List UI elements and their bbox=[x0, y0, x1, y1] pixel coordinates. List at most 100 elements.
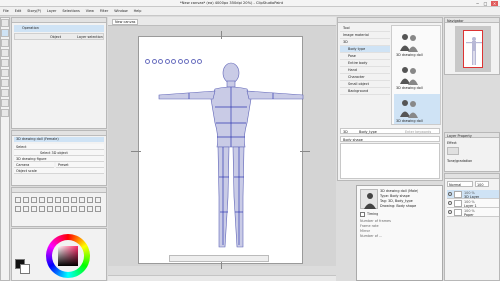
property-object-scale[interactable]: Object scale bbox=[14, 168, 104, 174]
thumbnail-label: 3D drawing doll bbox=[396, 119, 423, 123]
title-bar: *New canvas* (ea) 4000px 350dpi 20%) - C… bbox=[0, 0, 500, 7]
menu-filter[interactable]: Filter bbox=[97, 7, 111, 16]
tree-item[interactable]: Hand bbox=[340, 67, 390, 74]
menu-help[interactable]: Help bbox=[131, 7, 145, 16]
tree-item[interactable]: Entire body bbox=[340, 60, 390, 67]
window-title: *New canvas* (ea) 4000px 350dpi 20%) - C… bbox=[180, 1, 284, 5]
brush-size-chip[interactable] bbox=[95, 197, 101, 203]
maximize-icon[interactable]: □ bbox=[482, 1, 489, 6]
brush-size-chip[interactable] bbox=[95, 206, 101, 212]
brush-size-chip[interactable] bbox=[63, 197, 69, 203]
brush-size-chip[interactable] bbox=[39, 206, 45, 212]
layer-property-label: Layer Property bbox=[447, 133, 472, 138]
saturation-square[interactable] bbox=[58, 246, 78, 266]
selection-tool-icon[interactable] bbox=[1, 39, 9, 47]
brush-size-chip[interactable] bbox=[87, 206, 93, 212]
brush-size-chip[interactable] bbox=[47, 197, 53, 203]
menu-file[interactable]: File bbox=[0, 7, 12, 16]
brush-size-chip[interactable] bbox=[55, 197, 61, 203]
brush-size-chip[interactable] bbox=[79, 206, 85, 212]
operation-tool-icon[interactable] bbox=[1, 29, 9, 37]
3d-figure[interactable] bbox=[139, 37, 304, 265]
brush-size-chip[interactable] bbox=[23, 206, 29, 212]
tree-item[interactable]: Body type bbox=[340, 46, 390, 53]
text-tool-icon[interactable] bbox=[1, 89, 9, 97]
brush-size-chip[interactable] bbox=[87, 197, 93, 203]
menu-storyp[interactable]: Story(P) bbox=[24, 7, 44, 16]
tree-item[interactable]: 3D bbox=[340, 39, 390, 46]
brush-size-chip[interactable] bbox=[39, 197, 45, 203]
eyedropper-tool-icon[interactable] bbox=[1, 109, 9, 117]
minimize-icon[interactable]: − bbox=[474, 1, 481, 6]
timing-checkbox[interactable] bbox=[360, 212, 365, 217]
brush-size-chip[interactable] bbox=[47, 206, 53, 212]
figure-tool-icon[interactable] bbox=[1, 99, 9, 107]
tree-item[interactable]: Character bbox=[340, 74, 390, 81]
material-thumbnail[interactable]: 3D drawing doll bbox=[394, 94, 440, 124]
menu-edit[interactable]: Edit bbox=[12, 7, 25, 16]
navigator-preview[interactable] bbox=[455, 26, 491, 72]
layer-selection-label: Layer selection bbox=[77, 35, 103, 39]
layer-header bbox=[445, 174, 499, 179]
material-thumbnail[interactable]: 3D drawing doll bbox=[394, 61, 440, 91]
fill-tool-icon[interactable] bbox=[1, 79, 9, 87]
brush-size-chip[interactable] bbox=[79, 197, 85, 203]
navigator-header: Navigator bbox=[445, 18, 499, 23]
material-tree: Tool Image material 3D Body type Pose Entire … bbox=[340, 25, 390, 125]
eye-icon[interactable] bbox=[448, 201, 452, 205]
brush-size-panel bbox=[11, 187, 107, 227]
eraser-tool-icon[interactable] bbox=[1, 69, 9, 77]
menu-selections[interactable]: Selections bbox=[59, 7, 82, 16]
menu-window[interactable]: Window bbox=[111, 7, 130, 16]
figure-thumb-icon bbox=[400, 34, 418, 52]
material-thumbnail[interactable]: 3D drawing doll bbox=[394, 28, 440, 58]
canvas-tab[interactable]: New canvas bbox=[112, 19, 139, 25]
brush-size-chip[interactable] bbox=[31, 197, 37, 203]
layer-name: 3D Layer bbox=[464, 194, 480, 199]
move-tool-icon[interactable] bbox=[1, 19, 9, 27]
layer-row[interactable]: 100 % 3D Layer bbox=[447, 190, 499, 199]
blend-mode-select[interactable]: Normal bbox=[447, 181, 473, 187]
tool-property-panel: 3D drawing doll (Female) Select Select 3… bbox=[11, 130, 107, 186]
brush-size-chip[interactable] bbox=[15, 197, 21, 203]
pen-tool-icon[interactable] bbox=[1, 49, 9, 57]
material-header bbox=[338, 18, 442, 23]
eye-icon[interactable] bbox=[448, 210, 452, 214]
sub-tool-operation[interactable]: Operation bbox=[14, 25, 104, 32]
layer-thumbnail bbox=[454, 200, 462, 207]
material-search-input[interactable]: Enter keywords bbox=[405, 130, 431, 134]
brush-size-chip[interactable] bbox=[23, 197, 29, 203]
canvas-paper[interactable] bbox=[131, 31, 310, 269]
menu-layer[interactable]: Layer bbox=[44, 7, 59, 16]
tag-body-type[interactable]: Body_type bbox=[359, 130, 377, 134]
brush-size-chip[interactable] bbox=[63, 206, 69, 212]
brush-size-chip[interactable] bbox=[15, 206, 21, 212]
brush-size-chip[interactable] bbox=[71, 197, 77, 203]
layer-row[interactable]: 100 % Paper bbox=[447, 208, 499, 217]
color-wheel-panel bbox=[11, 228, 107, 281]
opacity-input[interactable]: 100 bbox=[475, 181, 489, 187]
brush-size-chip[interactable] bbox=[55, 206, 61, 212]
navigator-viewport[interactable] bbox=[463, 30, 483, 68]
object-row[interactable]: Object Layer selection bbox=[14, 33, 104, 40]
tree-item[interactable]: Tool bbox=[340, 25, 390, 32]
subtool-name: 3D drawing doll (Female) bbox=[14, 137, 104, 142]
layer-row[interactable]: 100 % Layer 1 bbox=[447, 199, 499, 208]
brush-size-chip[interactable] bbox=[71, 206, 77, 212]
tree-item[interactable]: Pose bbox=[340, 53, 390, 60]
tree-item[interactable]: Background bbox=[340, 88, 390, 95]
close-icon[interactable]: × bbox=[491, 1, 498, 6]
figure-bottom-toolbar[interactable] bbox=[169, 255, 269, 262]
tag-3d[interactable]: 3D bbox=[343, 130, 348, 134]
eye-icon[interactable] bbox=[448, 192, 452, 196]
menu-view[interactable]: View bbox=[83, 7, 97, 16]
effect-icon[interactable] bbox=[447, 147, 459, 155]
brush-size-chip[interactable] bbox=[31, 206, 37, 212]
thumbnail-label: 3D drawing doll bbox=[396, 86, 423, 90]
brush-tool-icon[interactable] bbox=[1, 59, 9, 67]
popup-thumbnail bbox=[360, 189, 378, 209]
tree-item[interactable]: Image material bbox=[340, 32, 390, 39]
tree-item[interactable]: Small object bbox=[340, 81, 390, 88]
info-line: Drawing: Body shape bbox=[380, 204, 417, 208]
sub-color-swatch[interactable] bbox=[20, 264, 30, 274]
